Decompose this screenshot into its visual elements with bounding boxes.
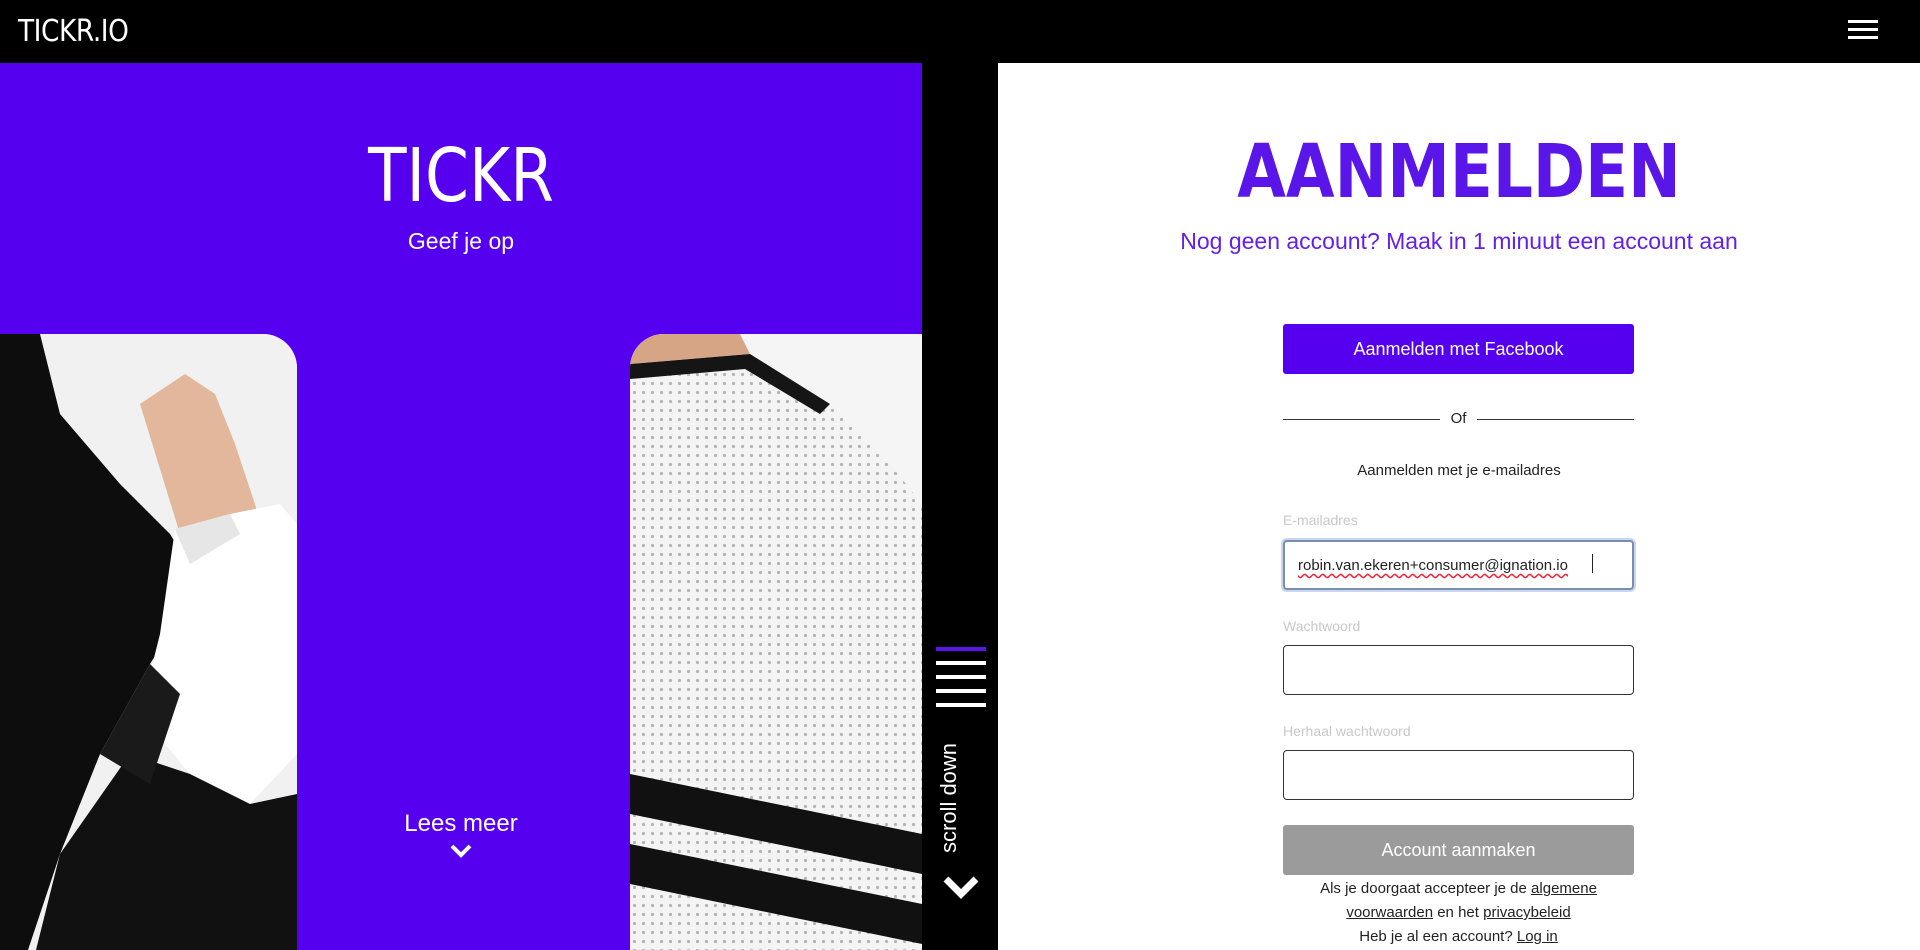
signup-panel: AANMELDEN Nog geen account? Maak in 1 mi…	[998, 63, 1920, 950]
hero-title: TICKR	[368, 133, 554, 219]
password-field[interactable]	[1283, 645, 1634, 695]
top-navigation-bar: TICKR.IO	[0, 0, 1920, 63]
repeat-password-label: Herhaal wachtwoord	[1283, 723, 1411, 739]
scroll-down-label: scroll down	[936, 742, 961, 853]
facebook-signup-button[interactable]: Aanmelden met Facebook	[1283, 324, 1634, 374]
read-more-link[interactable]: Lees meer	[0, 810, 922, 858]
site-logo[interactable]: TICKR.IO	[18, 14, 129, 49]
read-more-label: Lees meer	[404, 810, 518, 837]
text-caret	[1592, 554, 1593, 573]
scroll-indicator-icon	[936, 647, 986, 717]
terms-middle: en het	[1437, 904, 1479, 921]
login-link[interactable]: Log in	[1517, 928, 1558, 945]
password-label: Wachtwoord	[1283, 618, 1361, 634]
create-account-link[interactable]: Nog geen account? Maak in 1 minuut een a…	[998, 228, 1920, 255]
email-label: E-mailadres	[1283, 512, 1358, 528]
create-account-button[interactable]: Account aanmaken	[1283, 825, 1634, 875]
privacy-link[interactable]: privacybeleid	[1483, 904, 1571, 921]
hero-subtitle: Geef je op	[407, 228, 515, 254]
chevron-down-icon	[450, 844, 472, 858]
hamburger-menu-icon[interactable]	[1848, 20, 1878, 42]
login-prefix: Heb je al een account?	[1359, 928, 1513, 945]
terms-prefix: Als je doorgaat accepteer je de	[1320, 880, 1527, 897]
signup-title: AANMELDEN	[1237, 129, 1681, 215]
email-signup-heading: Aanmelden met je e-mailadres	[1357, 462, 1561, 479]
chevron-down-icon[interactable]	[942, 874, 980, 902]
email-field-value: robin.van.ekeren+consumer@ignation.io	[1298, 557, 1568, 574]
terms-text: Als je doorgaat accepteer je de algemene…	[1283, 877, 1634, 949]
or-divider: Of	[1283, 409, 1634, 429]
hero-panel: TICKR Geef je op Lees meer	[0, 63, 922, 950]
scroll-down-strip: scroll down	[922, 63, 998, 950]
repeat-password-field[interactable]	[1283, 750, 1634, 800]
